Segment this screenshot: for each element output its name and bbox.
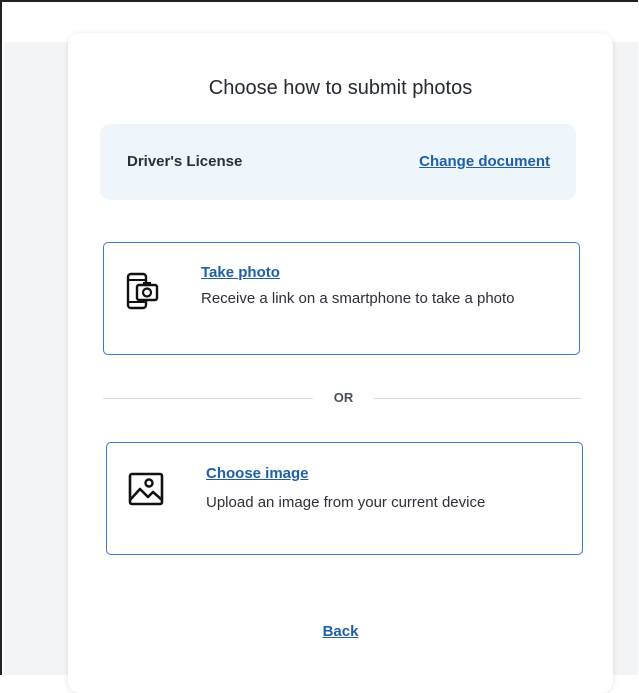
submit-photos-dialog: Choose how to submit photos Driver's Lic… [68, 33, 613, 693]
window-frame: Choose how to submit photos Driver's Lic… [0, 0, 638, 693]
back-link[interactable]: Back [323, 623, 359, 640]
selected-document-panel: Driver's License Change document [100, 124, 576, 200]
take-photo-description: Receive a link on a smartphone to take a… [201, 290, 515, 307]
or-separator-label: OR [333, 390, 354, 405]
image-icon [127, 470, 167, 510]
back-container: Back [68, 623, 613, 641]
or-divider-left [103, 398, 313, 399]
choose-image-description: Upload an image from your current device [206, 494, 486, 511]
change-document-link[interactable]: Change document [419, 153, 550, 170]
choose-image-option[interactable]: Choose image Upload an image from your c… [106, 442, 583, 555]
document-type-label: Driver's License [127, 153, 243, 170]
or-divider-right [374, 398, 581, 399]
take-photo-option[interactable]: Take photo Receive a link on a smartphon… [103, 242, 580, 355]
take-photo-link[interactable]: Take photo [201, 264, 280, 281]
choose-image-link[interactable]: Choose image [206, 465, 309, 482]
dialog-title: Choose how to submit photos [208, 77, 473, 99]
smartphone-camera-icon [124, 272, 164, 312]
